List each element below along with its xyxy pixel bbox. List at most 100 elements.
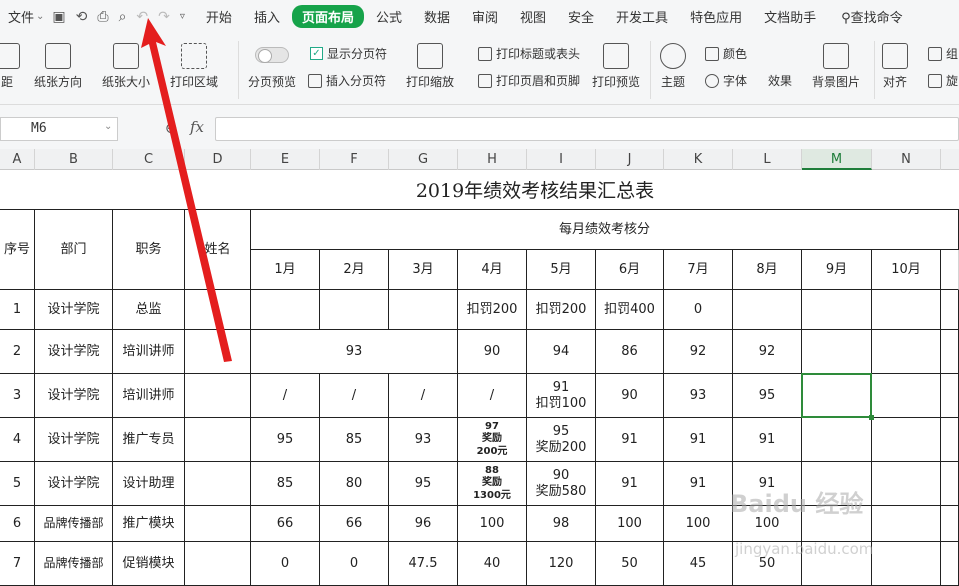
tab-review[interactable]: 审阅 — [462, 5, 508, 28]
header-month[interactable]: 8月 — [733, 250, 802, 290]
background-image-button[interactable]: 背景图片 — [812, 43, 860, 90]
row-name[interactable] — [185, 462, 251, 506]
row-dept[interactable]: 设计学院 — [35, 290, 113, 330]
table-cell[interactable]: 95 — [389, 462, 458, 506]
column-header-j[interactable]: J — [596, 149, 664, 170]
table-cell[interactable]: / — [251, 374, 320, 418]
table-cell[interactable] — [389, 290, 458, 330]
table-cell[interactable] — [802, 330, 872, 374]
effects-button[interactable]: 效果 — [768, 72, 792, 89]
table-cell[interactable] — [872, 542, 941, 586]
merged-cell[interactable]: 93 — [251, 330, 458, 374]
paper-size-button[interactable]: 纸张大小 — [102, 43, 150, 90]
table-cell[interactable]: 97 奖励 200元 — [458, 418, 527, 462]
print-area-button[interactable]: 打印区域 — [170, 43, 218, 90]
redo-icon[interactable]: ↷ — [158, 9, 170, 25]
table-cell[interactable] — [872, 330, 941, 374]
row-role[interactable]: 培训讲师 — [113, 330, 185, 374]
table-cell[interactable]: / — [320, 374, 389, 418]
group-button[interactable]: 组 — [928, 45, 958, 62]
table-cell[interactable] — [941, 542, 959, 586]
table-cell[interactable]: 95 奖励200 — [527, 418, 596, 462]
print-preview-button[interactable]: 打印预览 — [592, 43, 640, 90]
table-cell[interactable]: 92 — [733, 330, 802, 374]
row-seq[interactable]: 5 — [0, 462, 35, 506]
row-dept[interactable]: 设计学院 — [35, 462, 113, 506]
table-cell[interactable]: 0 — [251, 542, 320, 586]
row-role[interactable]: 推广专员 — [113, 418, 185, 462]
row-seq[interactable]: 6 — [0, 506, 35, 542]
table-cell[interactable] — [941, 418, 959, 462]
header-month[interactable]: 5月 — [527, 250, 596, 290]
table-cell[interactable]: 100 — [458, 506, 527, 542]
table-cell[interactable] — [320, 290, 389, 330]
header-seq[interactable]: 序号 — [0, 210, 35, 290]
row-dept[interactable]: 设计学院 — [35, 330, 113, 374]
colors-button[interactable]: 颜色 — [705, 45, 747, 62]
selected-cell-m6[interactable] — [801, 373, 874, 420]
save-icon[interactable]: ▣ — [52, 9, 65, 25]
table-cell[interactable]: 95 — [251, 418, 320, 462]
theme-button[interactable]: 主题 — [660, 43, 686, 90]
table-cell[interactable] — [872, 418, 941, 462]
row-dept[interactable]: 品牌传播部 — [35, 542, 113, 586]
tab-doc-helper[interactable]: 文档助手 — [754, 5, 826, 28]
table-cell[interactable]: 扣罚200 — [458, 290, 527, 330]
row-dept[interactable]: 品牌传播部 — [35, 506, 113, 542]
tab-page-layout[interactable]: 页面布局 — [291, 5, 364, 28]
format-painter-icon[interactable]: ⟲ — [76, 9, 88, 25]
tab-formulas[interactable]: 公式 — [366, 5, 412, 28]
table-cell[interactable]: 45 — [664, 542, 733, 586]
print-scale-button[interactable]: 打印缩放 — [406, 43, 454, 90]
table-cell[interactable]: 85 — [320, 418, 389, 462]
header-month[interactable]: 7月 — [664, 250, 733, 290]
tab-home[interactable]: 开始 — [196, 5, 242, 28]
table-cell[interactable] — [941, 290, 959, 330]
table-cell[interactable]: 扣罚400 — [596, 290, 664, 330]
print-icon[interactable]: ⎙ — [97, 9, 108, 25]
table-cell[interactable] — [251, 290, 320, 330]
row-dept[interactable]: 设计学院 — [35, 374, 113, 418]
column-header-l[interactable]: L — [733, 149, 802, 170]
insert-page-break-button[interactable]: 插入分页符 — [308, 72, 386, 89]
page-break-preview-button[interactable]: 分页预览 — [248, 45, 296, 90]
chevron-down-icon[interactable]: ⌄ — [104, 121, 112, 132]
column-header-k[interactable]: K — [664, 149, 733, 170]
customize-icon[interactable]: ▿ — [180, 11, 185, 22]
search-command[interactable]: ⚲查找命令 — [833, 7, 911, 26]
header-name[interactable]: 姓名 — [185, 210, 251, 290]
table-cell[interactable]: 91 — [733, 418, 802, 462]
table-cell[interactable] — [733, 290, 802, 330]
table-cell[interactable]: 93 — [664, 374, 733, 418]
table-cell[interactable]: 66 — [251, 506, 320, 542]
undo-icon[interactable]: ↶ — [136, 9, 148, 25]
header-month[interactable]: 10月 — [872, 250, 941, 290]
table-cell[interactable]: 47.5 — [389, 542, 458, 586]
table-cell[interactable] — [872, 290, 941, 330]
table-cell[interactable]: 88 奖励 1300元 — [458, 462, 527, 506]
row-name[interactable] — [185, 290, 251, 330]
table-cell[interactable]: / — [458, 374, 527, 418]
zoom-icon[interactable]: ⊕ — [165, 119, 178, 137]
print-header-footer-button[interactable]: 打印页眉和页脚 — [478, 72, 580, 89]
row-name[interactable] — [185, 506, 251, 542]
table-cell[interactable]: 100 — [596, 506, 664, 542]
header-dept[interactable]: 部门 — [35, 210, 113, 290]
table-cell[interactable]: 98 — [527, 506, 596, 542]
header-month[interactable]: 9月 — [802, 250, 872, 290]
row-dept[interactable]: 设计学院 — [35, 418, 113, 462]
table-cell[interactable]: 91 — [596, 418, 664, 462]
table-cell[interactable] — [872, 462, 941, 506]
table-cell[interactable]: 90 — [596, 374, 664, 418]
align-button[interactable]: 对齐 — [882, 43, 908, 90]
header-monthly[interactable]: 每月绩效考核分 — [251, 210, 959, 250]
chevron-down-icon[interactable]: ⌄ — [36, 11, 44, 22]
column-header-h[interactable]: H — [458, 149, 527, 170]
row-role[interactable]: 培训讲师 — [113, 374, 185, 418]
table-cell[interactable]: 40 — [458, 542, 527, 586]
row-seq[interactable]: 7 — [0, 542, 35, 586]
table-cell[interactable]: 91 扣罚100 — [527, 374, 596, 418]
table-cell[interactable]: 100 — [664, 506, 733, 542]
table-cell[interactable]: 91 — [664, 418, 733, 462]
row-name[interactable] — [185, 374, 251, 418]
